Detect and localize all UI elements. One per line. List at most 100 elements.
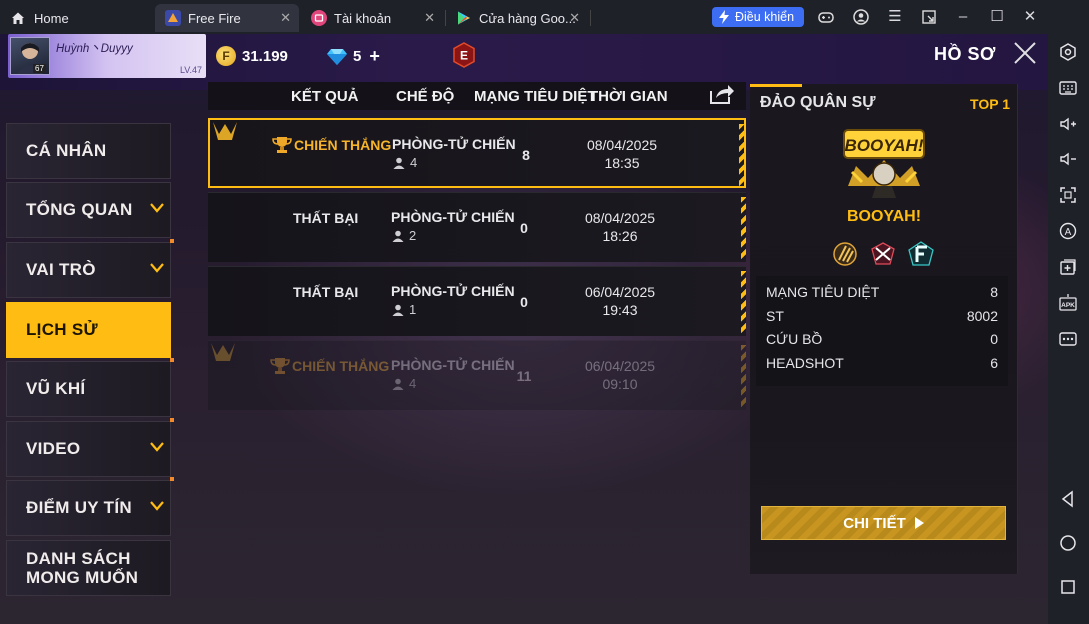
auto-rotate-icon[interactable]: A — [1058, 221, 1078, 241]
nav-label: TỔNG QUAN — [26, 200, 133, 219]
players-count: 4 — [393, 155, 417, 170]
booyah-emblem: BOOYAH! — [843, 129, 925, 198]
volume-down-icon[interactable] — [1058, 149, 1078, 169]
controls-button[interactable]: Điều khiển — [712, 7, 804, 27]
share-icon[interactable] — [709, 83, 735, 105]
chevron-down-icon — [150, 263, 164, 273]
kills-value: 8 — [522, 147, 530, 163]
close-icon[interactable] — [1012, 40, 1038, 66]
table-row[interactable]: CHIẾN THẮNG PHÒNG-TỬ CHIẾN 4 8 08/04/202… — [208, 118, 746, 188]
browser-tab-bar: Home Free Fire ✕ Tài khoản ✕ Cửa hàng Go… — [0, 0, 1089, 34]
stat-label: HEADSHOT — [766, 355, 844, 371]
tab-free-fire[interactable]: Free Fire ✕ — [155, 4, 299, 32]
volume-up-icon[interactable] — [1058, 114, 1078, 134]
fullscreen-icon[interactable] — [1058, 185, 1078, 205]
menu-icon[interactable]: ☰ — [886, 8, 904, 26]
tab-play-store-label: Cửa hàng Goo... — [479, 10, 576, 26]
result-text: CHIẾN THẮNG — [292, 358, 390, 374]
nav-history[interactable]: LỊCH SỬ — [6, 302, 171, 358]
details-button[interactable]: CHI TIẾT — [761, 506, 1006, 540]
trophy-icon — [270, 358, 290, 374]
nav-personal[interactable]: CÁ NHÂN — [6, 123, 171, 179]
f-badge-icon[interactable] — [906, 240, 936, 268]
tab-home[interactable]: Home — [10, 4, 150, 32]
close-window-icon[interactable]: ✕ — [1021, 8, 1039, 26]
close-tab-icon[interactable]: ✕ — [280, 10, 291, 26]
player-name: Huỳnh丶Duyyy — [56, 43, 133, 55]
mode-text: PHÒNG-TỬ CHIẾN — [392, 136, 516, 152]
mode-text: PHÒNG-TỬ CHIẾN — [391, 283, 515, 299]
gold-balance[interactable]: F 31.199 — [216, 46, 288, 66]
map-name: ĐẢO QUÂN SỰ — [760, 94, 876, 111]
gamepad-icon[interactable] — [817, 8, 835, 26]
back-triangle-icon[interactable] — [1058, 489, 1078, 509]
diamond-amount: 5 — [353, 48, 362, 65]
tab-home-label: Home — [34, 10, 69, 26]
players-number: 4 — [410, 155, 418, 170]
nav-label: DANH SÁCH — [26, 549, 131, 568]
nav-video[interactable]: VIDEO — [6, 418, 174, 477]
nav-role[interactable]: VAI TRÒ — [6, 239, 174, 298]
game-screen: 67 Huỳnh丶Duyyy LV.47 F 31.199 5 + E HỒ S… — [0, 34, 1048, 624]
avatar: 67 — [10, 37, 50, 75]
recent-apps-icon[interactable] — [1058, 577, 1078, 597]
player-banner[interactable]: 67 Huỳnh丶Duyyy LV.47 — [8, 34, 206, 78]
booyah-art-text: BOOYAH! — [844, 136, 923, 155]
more-options-icon[interactable] — [1058, 329, 1078, 349]
table-row[interactable]: CHIẾN THẮNG PHÒNG-TỬ CHIẾN 4 11 06/04/20… — [208, 340, 746, 410]
players-count: 4 — [392, 376, 416, 391]
nav-label: ĐIỂM UY TÍN — [26, 498, 132, 517]
apk-install-icon[interactable]: APK — [1058, 293, 1078, 313]
stat-label: ST — [766, 308, 784, 324]
table-row[interactable]: THẤT BẠI PHÒNG-TỬ CHIẾN 1 0 06/04/2025 1… — [208, 266, 746, 336]
match-time: 18:26 — [602, 228, 638, 244]
mode-text: PHÒNG-TỬ CHIẾN — [391, 357, 515, 373]
keyboard-icon[interactable] — [1058, 78, 1078, 98]
result-text: CHIẾN THẮNG — [294, 137, 392, 153]
row-stripe — [741, 197, 746, 259]
players-count: 2 — [392, 228, 416, 243]
elite-pass-icon[interactable]: E — [452, 42, 476, 68]
badge-list — [830, 240, 936, 268]
add-diamond-icon[interactable]: + — [369, 46, 380, 67]
lightning-icon — [719, 10, 729, 24]
match-date: 06/04/2025 — [584, 284, 656, 300]
nav-label: VAI TRÒ — [26, 260, 96, 279]
match-date: 08/04/2025 — [586, 137, 658, 153]
nav-reputation[interactable]: ĐIỂM UY TÍN — [6, 477, 174, 536]
column-header-result: KẾT QUẢ — [291, 88, 359, 105]
account-circle-icon[interactable] — [852, 8, 870, 26]
booyah-label: BOOYAH! — [846, 208, 922, 225]
stat-value: 8 — [990, 284, 998, 300]
page-title: HỒ SƠ — [934, 44, 996, 64]
maximize-icon[interactable]: ☐ — [988, 8, 1006, 26]
notification-dot — [170, 477, 174, 481]
chevron-down-icon — [150, 501, 164, 511]
stats-list: MẠNG TIÊU DIỆT 8 ST 8002 CỨU BỒ 0 HEADSH… — [756, 276, 1008, 386]
tab-account[interactable]: Tài khoản ✕ — [303, 4, 446, 32]
minimize-icon[interactable]: – — [954, 8, 972, 26]
kills-value: 0 — [520, 294, 528, 310]
diamond-balance[interactable]: 5 + — [327, 46, 380, 67]
table-row[interactable]: THẤT BẠI PHÒNG-TỬ CHIẾN 2 0 08/04/2025 1… — [208, 192, 746, 262]
avatar-level: 67 — [33, 64, 46, 73]
home-circle-icon[interactable] — [1058, 533, 1078, 553]
column-header-time: THỜI GIAN — [589, 88, 668, 105]
details-button-label: CHI TIẾT — [843, 514, 906, 532]
close-tab-icon[interactable]: ✕ — [424, 10, 435, 26]
nav-weapons[interactable]: VŨ KHÍ — [6, 358, 174, 417]
players-number: 1 — [409, 302, 417, 317]
nav-overview[interactable]: TỔNG QUAN — [6, 182, 171, 238]
play-store-icon — [458, 11, 470, 25]
settings-hex-icon[interactable] — [1058, 42, 1078, 62]
add-instance-icon[interactable] — [1058, 257, 1078, 277]
crossed-swords-badge-icon[interactable] — [868, 240, 898, 268]
stat-row: MẠNG TIÊU DIỆT 8 — [766, 284, 998, 306]
nav-wishlist[interactable]: DANH SÁCH MONG MUỐN — [6, 540, 171, 596]
mvp-icon — [213, 122, 237, 140]
result-text: THẤT BẠI — [293, 210, 359, 226]
resize-window-icon[interactable] — [920, 8, 938, 26]
tab-play-store[interactable]: Cửa hàng Goo... ✕ — [448, 4, 591, 32]
claw-badge-icon[interactable] — [830, 240, 860, 268]
close-tab-icon[interactable]: ✕ — [569, 10, 580, 26]
